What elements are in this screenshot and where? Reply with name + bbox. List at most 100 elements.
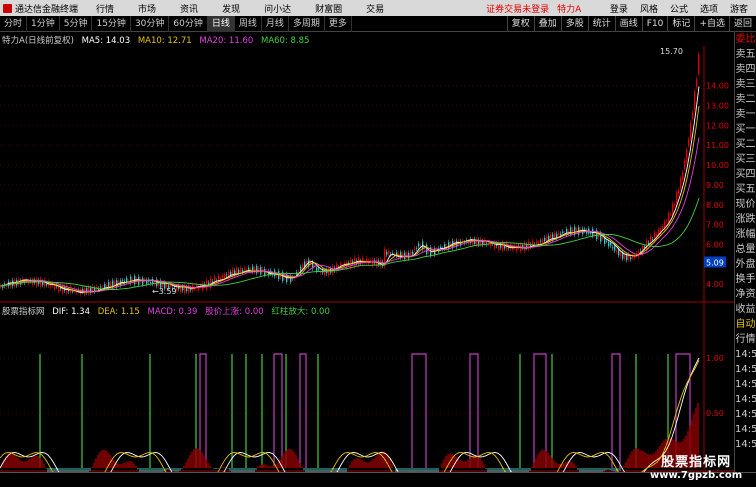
candle-body	[372, 259, 374, 266]
candle-body	[414, 248, 416, 250]
watermark-url: www.7gpzb.com	[650, 470, 743, 481]
sidebar-quote-0: 委比	[735, 34, 756, 45]
candle-body	[666, 221, 668, 222]
menu-discover[interactable]: 发现	[210, 2, 252, 15]
candle-body	[248, 267, 250, 270]
candle-body	[40, 278, 42, 287]
menu-news[interactable]: 资讯	[168, 2, 210, 15]
candle-body	[680, 177, 682, 189]
candle-body	[222, 275, 224, 278]
candle-body	[658, 229, 660, 235]
draw-line-button[interactable]: 画线	[614, 15, 642, 32]
mark-button[interactable]: 标记	[667, 15, 694, 32]
red-bar-expand-label: 红柱放大: 0.00	[271, 307, 330, 317]
candle-body	[562, 231, 564, 234]
macd-label: MACD: 0.39	[147, 307, 198, 317]
candle-body	[634, 256, 636, 258]
candle-body	[480, 238, 482, 245]
sidebar-trade-time: 14:50	[735, 349, 756, 360]
sidebar-trade-time: 14:50	[735, 409, 756, 420]
candle-body	[240, 267, 242, 273]
low-price-marker: ←3.59	[152, 287, 177, 296]
add-watchlist-button[interactable]: +自选	[694, 15, 729, 32]
tab-intraday[interactable]: 分时	[0, 15, 28, 32]
candle-body	[238, 269, 240, 274]
candle-body	[130, 276, 132, 284]
tab-weekly[interactable]: 周线	[235, 15, 262, 32]
period-tab-bar: 分时 1分钟 5分钟 15分钟 30分钟 60分钟 日线 周线 月线 多周期 更…	[0, 15, 756, 32]
candle-body	[554, 233, 556, 238]
menu-quotes[interactable]: 行情	[84, 2, 126, 15]
back-button[interactable]: 返回	[728, 15, 756, 32]
candle-body	[348, 262, 350, 264]
candle-body	[114, 281, 116, 286]
sidebar-quotes-tab[interactable]: 行情	[735, 332, 756, 347]
tab-more[interactable]: 更多	[325, 15, 352, 32]
chart-canvas[interactable]: 14.00 13.00 12.00 11.00 10.00 9.00 8.00 7.00 6.0…	[0, 32, 734, 472]
tab-30min[interactable]: 30分钟	[131, 15, 170, 32]
menu-fortune[interactable]: 财富圈	[303, 2, 354, 15]
candle-body	[674, 204, 676, 206]
options-button[interactable]: 选项	[698, 2, 720, 15]
candle-body	[504, 245, 506, 249]
tab-daily[interactable]: 日线	[207, 15, 235, 32]
candle-body	[316, 267, 318, 272]
ma5-line	[0, 86, 700, 293]
f10-button[interactable]: F10	[641, 15, 668, 32]
sidebar-quote-18: 收益	[735, 304, 756, 315]
multi-stock-button[interactable]: 多股	[560, 15, 588, 32]
login-warning[interactable]: 证券交易未登录	[486, 2, 549, 15]
candle-body	[684, 160, 686, 170]
candle-body	[696, 79, 698, 88]
tdx-logo-icon	[3, 3, 12, 13]
ma20-line	[0, 137, 700, 293]
tab-5min[interactable]: 5分钟	[60, 15, 93, 32]
dea-line	[0, 360, 700, 472]
app-title: 通达信金融终端	[15, 4, 79, 15]
tab-15min[interactable]: 15分钟	[92, 15, 131, 32]
candle-body	[412, 251, 414, 255]
candle-body	[336, 264, 338, 271]
sidebar-auto-tab[interactable]: 自动	[735, 317, 756, 332]
formula-button[interactable]: 公式	[668, 2, 690, 15]
sidebar-quote-1: 卖五	[735, 49, 756, 60]
indicator-tick-label: 0.50	[706, 409, 724, 418]
price-tick-label: 12.00	[706, 121, 729, 130]
site-watermark: 股票指标网 www.7gpzb.com	[650, 456, 742, 482]
rise-signal-block	[611, 353, 621, 468]
high-price-marker: 15.70	[660, 47, 683, 56]
rise-signal-block	[299, 353, 307, 468]
restore-rights-button[interactable]: 复权	[506, 15, 534, 32]
ma60-line	[0, 197, 700, 290]
tab-multi-period[interactable]: 多周期	[289, 15, 325, 32]
candle-body	[544, 237, 546, 242]
menu-market[interactable]: 市场	[126, 2, 168, 15]
candle-body	[536, 241, 538, 244]
sidebar-trade-time: 14:50	[735, 379, 756, 390]
login-button[interactable]: 登录	[608, 2, 630, 15]
tab-60min[interactable]: 60分钟	[169, 15, 208, 32]
candle-body	[682, 172, 684, 181]
price-tick-label: 10.00	[706, 161, 729, 170]
style-button[interactable]: 风格	[638, 2, 660, 15]
candle-body	[276, 274, 278, 276]
sidebar-quote-7: 买二	[735, 139, 756, 150]
guest-label[interactable]: 游客	[728, 2, 750, 15]
candle-body	[648, 242, 650, 245]
chart-area[interactable]: 14.00 13.00 12.00 11.00 10.00 9.00 8.00 7.00 6.0…	[0, 32, 734, 487]
sidebar-quote-12: 涨跌	[735, 214, 756, 225]
price-tick-label: 4.00	[706, 280, 724, 289]
tab-monthly[interactable]: 月线	[262, 15, 289, 32]
candle-body	[602, 237, 604, 239]
candle-body	[630, 257, 632, 260]
sidebar-trade-time: 14:50	[735, 439, 756, 450]
overlay-button[interactable]: 叠加	[533, 15, 561, 32]
sidebar-quote-5: 卖一	[735, 109, 756, 120]
candle-body	[540, 240, 542, 242]
menu-ask[interactable]: 问小达	[252, 2, 303, 15]
candle-body	[476, 238, 478, 245]
candle-body	[694, 91, 696, 110]
tab-1min[interactable]: 1分钟	[27, 15, 60, 32]
menu-trade[interactable]: 交易	[354, 2, 396, 15]
statistics-button[interactable]: 统计	[587, 15, 615, 32]
